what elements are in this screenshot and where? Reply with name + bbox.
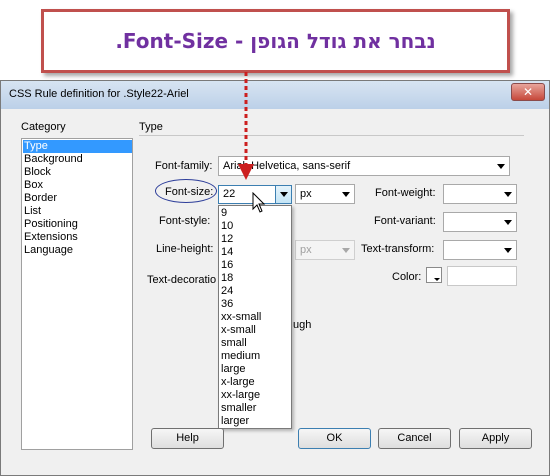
chevron-down-icon <box>342 192 350 197</box>
pointer-arrow <box>238 72 254 180</box>
font-size-option[interactable]: large <box>221 363 245 376</box>
line-height-label: Line-height: <box>156 243 214 255</box>
color-label: Color: <box>392 271 422 283</box>
font-size-option[interactable]: larger <box>221 415 249 428</box>
pointer-arrow-head <box>238 164 254 180</box>
chevron-down-icon <box>504 220 512 225</box>
category-item-positioning[interactable]: Positioning <box>23 218 132 231</box>
category-item-box[interactable]: Box <box>23 179 132 192</box>
font-weight-select[interactable] <box>443 184 517 204</box>
font-variant-select[interactable] <box>443 212 517 232</box>
annotation-banner: נבחר את גודל הגופן - Font-Size. <box>41 9 510 73</box>
font-size-label: Font-size: <box>165 186 214 198</box>
font-size-option[interactable]: 36 <box>221 298 233 311</box>
font-size-input[interactable]: 22 <box>218 185 276 204</box>
category-item-list[interactable]: List <box>23 205 132 218</box>
annotation-text: נבחר את גודל הגופן - Font-Size. <box>115 29 436 53</box>
font-style-label: Font-style: <box>159 215 211 227</box>
font-size-option[interactable]: 9 <box>221 207 227 220</box>
font-size-option[interactable]: 16 <box>221 259 233 272</box>
font-family-label: Font-family: <box>155 160 213 172</box>
font-size-option[interactable]: xx-large <box>221 389 260 402</box>
cancel-button[interactable]: Cancel <box>378 428 451 449</box>
font-size-option[interactable]: x-large <box>221 376 255 389</box>
text-decoration-label: Text-decoratio <box>147 274 217 286</box>
font-size-dropdown-list[interactable]: 9 10 12 14 16 18 24 36 xx-small x-small … <box>218 205 292 429</box>
chevron-down-icon <box>434 278 440 281</box>
category-item-block[interactable]: Block <box>23 166 132 179</box>
font-size-dropdown-button[interactable] <box>275 185 292 204</box>
category-item-extensions[interactable]: Extensions <box>23 231 132 244</box>
mouse-cursor-icon <box>252 192 266 213</box>
chevron-down-icon <box>342 248 350 253</box>
close-icon: ✕ <box>522 85 534 99</box>
font-size-value: 22 <box>223 188 236 200</box>
apply-button[interactable]: Apply <box>459 428 532 449</box>
line-height-unit-value: px <box>300 244 312 256</box>
category-label: Category <box>21 121 66 133</box>
type-section-heading: Type <box>139 121 163 133</box>
font-size-option[interactable]: medium <box>221 350 260 363</box>
color-value-input[interactable] <box>447 266 517 286</box>
category-item-background[interactable]: Background <box>23 153 132 166</box>
css-rule-dialog: CSS Rule definition for .Style22-Ariel ✕… <box>0 80 550 476</box>
help-button[interactable]: Help <box>151 428 224 449</box>
font-size-unit-value: px <box>300 188 312 200</box>
font-size-unit-select[interactable]: px <box>295 184 355 204</box>
category-list[interactable]: Type Background Block Box Border List Po… <box>21 138 133 450</box>
font-size-option[interactable]: xx-small <box>221 311 261 324</box>
font-size-option[interactable]: small <box>221 337 247 350</box>
category-item-type[interactable]: Type <box>23 140 132 153</box>
font-size-option[interactable]: 24 <box>221 285 233 298</box>
font-size-option[interactable]: 14 <box>221 246 233 259</box>
font-family-select[interactable]: Arial, Helvetica, sans-serif <box>218 156 510 176</box>
color-picker-button[interactable] <box>426 267 442 283</box>
close-button[interactable]: ✕ <box>511 83 545 101</box>
category-item-language[interactable]: Language <box>23 244 132 257</box>
title-bar[interactable]: CSS Rule definition for .Style22-Ariel ✕ <box>1 81 549 109</box>
category-item-border[interactable]: Border <box>23 192 132 205</box>
chevron-down-icon <box>504 248 512 253</box>
chevron-down-icon <box>504 192 512 197</box>
font-size-option[interactable]: x-small <box>221 324 256 337</box>
font-size-option[interactable]: 12 <box>221 233 233 246</box>
text-transform-select[interactable] <box>443 240 517 260</box>
dialog-title: CSS Rule definition for .Style22-Ariel <box>9 88 189 100</box>
font-variant-label: Font-variant: <box>374 215 436 227</box>
ok-button[interactable]: OK <box>298 428 371 449</box>
text-decoration-option-fragment: ugh <box>293 319 312 331</box>
chevron-down-icon <box>497 164 505 169</box>
font-weight-label: Font-weight: <box>375 187 436 199</box>
text-transform-label: Text-transform: <box>361 243 435 255</box>
font-size-option[interactable]: smaller <box>221 402 256 415</box>
section-divider <box>139 135 524 136</box>
font-size-option[interactable]: 10 <box>221 220 233 233</box>
font-size-option[interactable]: 18 <box>221 272 233 285</box>
chevron-down-icon <box>280 192 288 197</box>
line-height-unit-select: px <box>295 240 355 260</box>
